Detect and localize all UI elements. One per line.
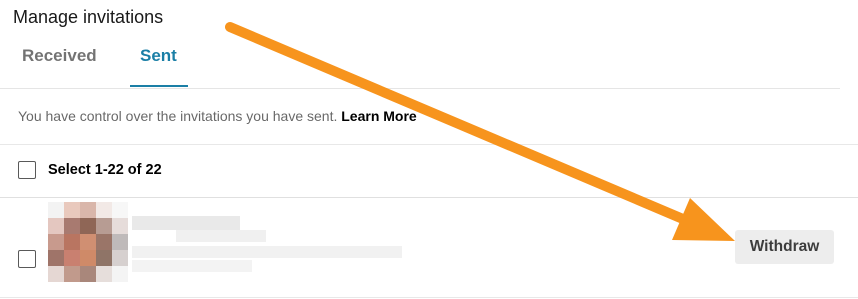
withdraw-button[interactable]: Withdraw	[735, 230, 834, 264]
blurred-name-extra	[176, 230, 266, 242]
invitation-checkbox[interactable]	[18, 250, 36, 268]
manage-invitations-page: Manage invitations Received Sent You hav…	[0, 0, 858, 299]
info-message: You have control over the invitations yo…	[18, 108, 338, 124]
row-divider	[0, 297, 858, 298]
invitation-row: Withdraw	[0, 198, 858, 299]
blurred-name	[132, 216, 240, 230]
select-all-checkbox[interactable]	[18, 161, 36, 179]
blurred-subtext	[132, 260, 252, 272]
info-text-container: You have control over the invitations yo…	[18, 108, 417, 124]
blurred-headline	[132, 246, 402, 258]
page-title: Manage invitations	[13, 7, 164, 27]
info-banner: You have control over the invitations yo…	[0, 88, 858, 145]
select-all-label: Select 1-22 of 22	[48, 162, 162, 178]
select-all-row: Select 1-22 of 22	[0, 145, 858, 198]
avatar	[48, 202, 130, 284]
invitation-tabs: Received Sent	[0, 38, 840, 89]
tab-sent[interactable]: Sent	[140, 46, 177, 66]
tab-received[interactable]: Received	[22, 46, 97, 66]
learn-more-link[interactable]: Learn More	[341, 108, 416, 124]
active-tab-indicator	[130, 85, 188, 87]
